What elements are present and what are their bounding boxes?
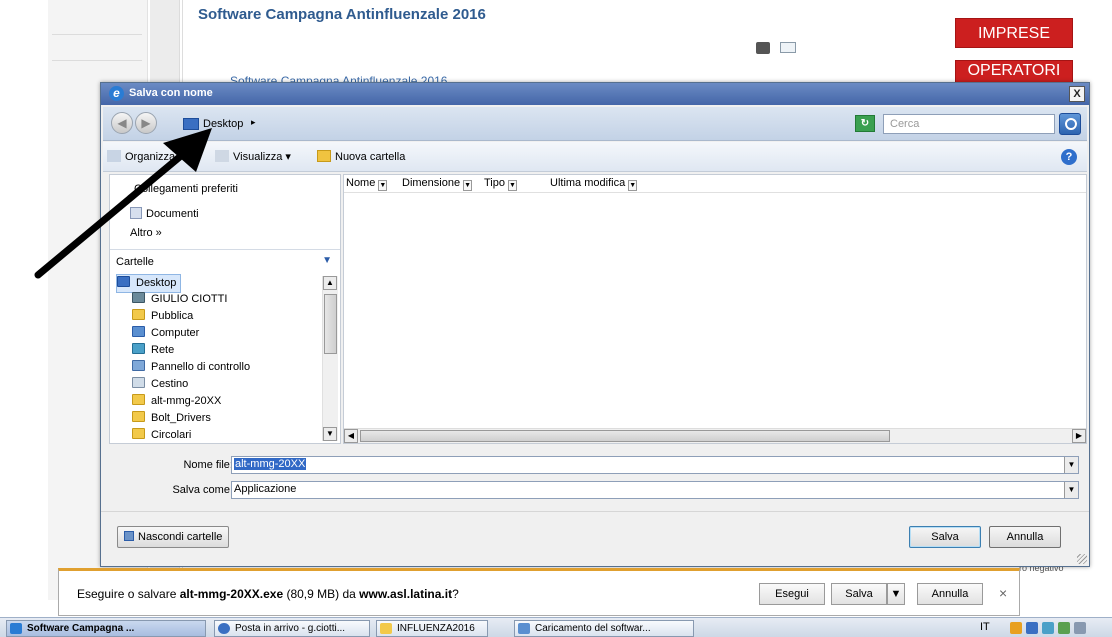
- annotation-arrow: [34, 128, 212, 279]
